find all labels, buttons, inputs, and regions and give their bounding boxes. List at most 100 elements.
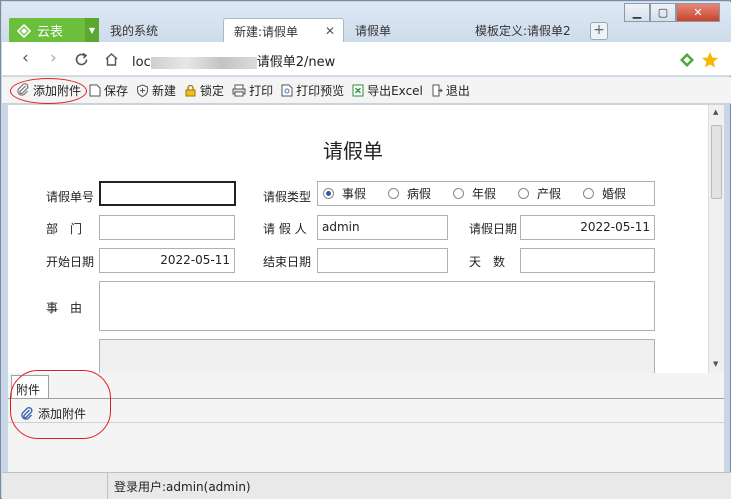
save-label: 保存 (104, 83, 129, 98)
tab-label: 模板定义:请假单2 (475, 24, 571, 38)
radio-annual-leave[interactable]: 年假 (453, 181, 496, 206)
minimize-icon[interactable]: ▁ (624, 3, 650, 22)
cloud-table-icon (17, 23, 31, 38)
app-logo-label: 云表 (37, 25, 64, 40)
exit-button[interactable]: 退出 (431, 82, 470, 99)
divider (8, 398, 724, 399)
url-suffix: 请假单2/new (256, 55, 336, 70)
form-area: 请假单 请假单号 请假类型 事假 病假 年假 产假 婚假 部 门 请 假 人 a… (8, 105, 708, 373)
radio-label: 产假 (537, 187, 562, 201)
chevron-down-icon[interactable]: ▼ (85, 18, 99, 43)
tab-bar: 云表 ▼ 我的系统 新建:请假单 ✕ 请假单 模板定义:请假单2 + ▁ ▢ ✕ (2, 2, 731, 43)
department-input[interactable] (99, 215, 235, 240)
radio-sick-leave[interactable]: 病假 (388, 181, 431, 206)
radio-label: 病假 (407, 187, 432, 201)
attachment-add-button[interactable]: 添加附件 (20, 405, 86, 422)
department-label: 部 门 (46, 222, 83, 236)
tab-attachments[interactable]: 附件 (11, 375, 49, 399)
tab-my-system[interactable]: 我的系统 (100, 18, 222, 43)
new-button[interactable]: 新建 (136, 82, 176, 99)
days-input[interactable] (520, 248, 655, 273)
leave-number-input[interactable] (99, 181, 236, 206)
url-prefix: loc (132, 55, 151, 70)
back-icon[interactable]: ‹ (22, 50, 29, 67)
export-excel-button[interactable]: 导出Excel (352, 82, 423, 99)
print-label: 打印 (249, 83, 274, 98)
vertical-scrollbar[interactable]: ▲ ▼ (708, 105, 724, 373)
radio-icon (583, 188, 594, 199)
print-preview-label: 打印预览 (296, 83, 345, 98)
tab-template-definition[interactable]: 模板定义:请假单2 (465, 18, 587, 43)
add-attachment-label: 添加附件 (33, 83, 82, 98)
radio-label: 事假 (342, 187, 367, 201)
radio-icon (453, 188, 464, 199)
maximize-icon[interactable]: ▢ (650, 3, 676, 22)
excel-icon (352, 84, 364, 96)
tab-new-leave-form[interactable]: 新建:请假单 ✕ (223, 18, 344, 43)
reason-label: 事 由 (46, 301, 83, 315)
exit-door-icon (432, 84, 443, 96)
scroll-down-icon[interactable]: ▼ (713, 360, 718, 368)
app-logo-menu[interactable]: 云表 ▼ (9, 18, 99, 43)
form-title: 请假单 (323, 139, 383, 163)
radio-maternity-leave[interactable]: 产假 (518, 181, 561, 206)
radio-personal-leave[interactable]: 事假 (323, 181, 366, 206)
add-attachment-button[interactable]: 添加附件 (16, 82, 81, 99)
save-button[interactable]: 保存 (89, 82, 128, 99)
paperclip-icon (17, 83, 29, 96)
days-label: 天 数 (469, 255, 506, 269)
new-label: 新建 (152, 83, 177, 98)
reason-textarea[interactable] (99, 281, 655, 331)
tab-label: 我的系统 (110, 24, 159, 38)
login-user-status: 登录用户:admin(admin) (114, 480, 251, 494)
apply-date-label: 请假日期 (469, 222, 518, 236)
leave-type-label: 请假类型 (263, 190, 312, 204)
scrollbar-thumb[interactable] (711, 125, 722, 199)
status-bar: 登录用户:admin(admin) (2, 472, 731, 499)
radio-selected-icon (323, 188, 334, 199)
leave-number-label: 请假单号 (46, 190, 95, 204)
radio-icon (518, 188, 529, 199)
applicant-input[interactable]: admin (317, 215, 448, 240)
bookmark-star-icon[interactable] (701, 51, 719, 69)
scroll-up-icon[interactable]: ▲ (713, 108, 718, 116)
exit-label: 退出 (445, 83, 470, 98)
print-preview-button[interactable]: 打印预览 (281, 82, 344, 99)
reload-icon[interactable] (74, 52, 89, 67)
forward-icon[interactable]: › (50, 50, 57, 67)
start-date-input[interactable]: 2022-05-11 (99, 248, 235, 273)
attachment-panel: 附件 添加附件 (8, 373, 724, 472)
lock-button[interactable]: 锁定 (184, 82, 224, 99)
url-field[interactable]: loc 请假单2/new (132, 51, 335, 70)
print-preview-icon (281, 84, 293, 96)
end-date-label: 结束日期 (263, 255, 312, 269)
extension-icon[interactable] (679, 52, 695, 68)
end-date-input[interactable] (317, 248, 448, 273)
window-controls: ▁ ▢ ✕ (624, 3, 720, 22)
paperclip-icon (21, 406, 33, 420)
shield-new-icon (137, 83, 149, 97)
document-save-icon (89, 84, 101, 96)
home-icon[interactable] (104, 52, 119, 67)
extra-field-box[interactable] (99, 339, 655, 373)
radio-label: 年假 (472, 187, 497, 201)
url-blurred-part (150, 56, 257, 69)
radio-marriage-leave[interactable]: 婚假 (583, 181, 626, 206)
close-icon[interactable]: ✕ (325, 24, 335, 38)
export-excel-label: 导出Excel (367, 83, 423, 98)
window-close-icon[interactable]: ✕ (676, 3, 720, 22)
tab-label: 请假单 (355, 24, 392, 38)
print-button[interactable]: 打印 (232, 82, 273, 99)
tab-label: 新建:请假单 (234, 24, 299, 39)
app-window: 云表 ▼ 我的系统 新建:请假单 ✕ 请假单 模板定义:请假单2 + ▁ ▢ ✕… (0, 0, 731, 499)
radio-label: 婚假 (602, 187, 627, 201)
applicant-label: 请 假 人 (263, 222, 307, 236)
start-date-label: 开始日期 (46, 255, 95, 269)
apply-date-input[interactable]: 2022-05-11 (520, 215, 655, 240)
tab-leave-form[interactable]: 请假单 (345, 18, 465, 43)
lock-icon (185, 84, 196, 96)
new-tab-button[interactable]: + (590, 22, 608, 40)
lock-label: 锁定 (200, 83, 225, 98)
address-bar: ‹ › loc 请假单2/new (2, 42, 731, 76)
printer-icon (232, 84, 246, 96)
